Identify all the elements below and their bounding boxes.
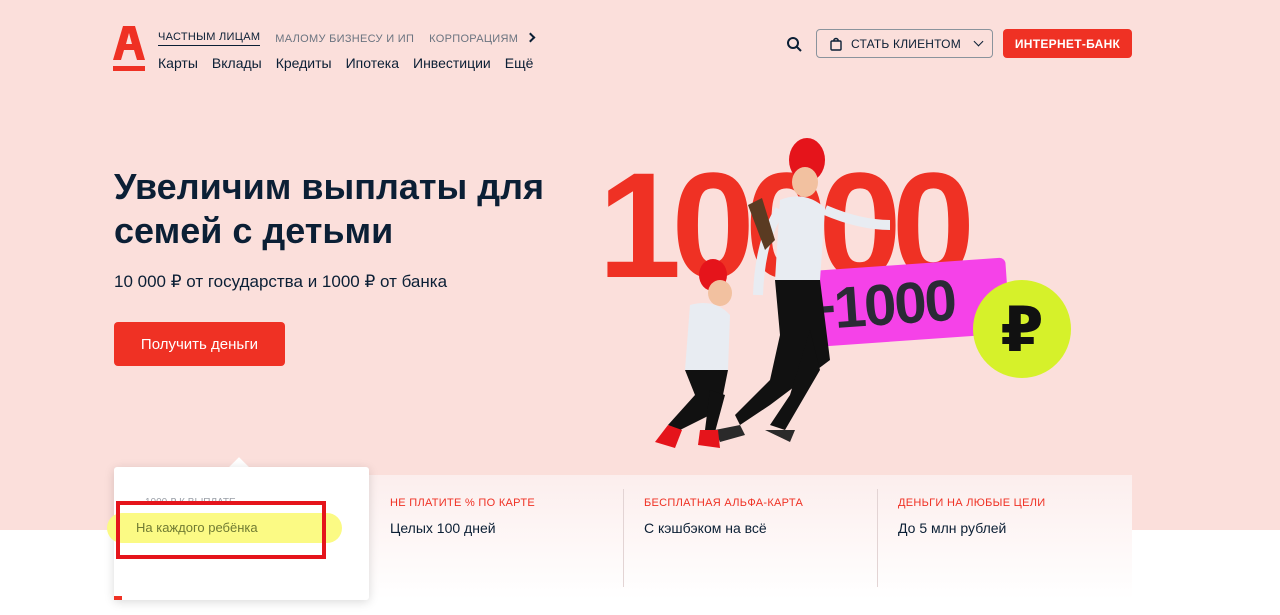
chevron-right-icon[interactable]	[525, 32, 536, 43]
promo-illustration: 10000 +1000 ₽	[590, 120, 1130, 465]
search-icon[interactable]	[786, 36, 802, 52]
feature-value: До 5 млн рублей	[898, 520, 1007, 536]
hero-subtitle: 10 000 ₽ от государства и 1000 ₽ от банк…	[114, 272, 448, 291]
nav-more[interactable]: Ещё	[505, 55, 534, 71]
feature-label: ДЕНЬГИ НА ЛЮБЫЕ ЦЕЛИ	[898, 497, 1046, 509]
feature-divider	[623, 489, 624, 587]
feature-item[interactable]: ДЕНЬГИ НА ЛЮБЫЕ ЦЕЛИ До 5 млн рублей	[898, 497, 1128, 536]
chevron-down-icon	[973, 36, 984, 47]
nav-corporations[interactable]: КОРПОРАЦИЯМ	[429, 33, 518, 45]
nav-credits[interactable]: Кредиты	[276, 55, 332, 71]
become-client-button[interactable]: СТАТЬ КЛИЕНТОМ	[816, 29, 993, 58]
nav-investments[interactable]: Инвестиции	[413, 55, 491, 71]
alfa-bank-logo[interactable]	[113, 26, 145, 72]
ruble-coin-icon: ₽	[973, 280, 1071, 378]
nav-cards[interactable]: Карты	[158, 55, 198, 71]
internet-bank-button[interactable]: ИНТЕРНЕТ-БАНК	[1003, 29, 1132, 58]
annotation-box	[116, 501, 326, 559]
feature-value: Целых 100 дней	[390, 520, 496, 536]
product-nav: Карты Вклады Кредиты Ипотека Инвестиции …	[158, 55, 533, 71]
become-client-label: СТАТЬ КЛИЕНТОМ	[851, 36, 961, 51]
feature-divider	[877, 489, 878, 587]
family-photo	[655, 138, 891, 448]
nav-small-business[interactable]: МАЛОМУ БИЗНЕСУ И ИП	[275, 33, 414, 45]
nav-private[interactable]: ЧАСТНЫМ ЛИЦАМ	[158, 31, 261, 46]
hero-title: Увеличим выплаты для семей с детьми	[114, 166, 544, 251]
nav-deposits[interactable]: Вклады	[212, 55, 262, 71]
feature-value: С кэшбэком на всё	[644, 520, 767, 536]
feature-item[interactable]: НЕ ПЛАТИТЕ % ПО КАРТЕ Целых 100 дней	[390, 497, 620, 536]
feature-item[interactable]: БЕСПЛАТНАЯ АЛЬФА-КАРТА С кэшбэком на всё	[644, 497, 874, 536]
segment-nav: ЧАСТНЫМ ЛИЦАМ МАЛОМУ БИЗНЕСУ И ИП КОРПОР…	[158, 31, 536, 46]
feature-label: НЕ ПЛАТИТЕ % ПО КАРТЕ	[390, 497, 535, 509]
get-money-button[interactable]: Получить деньги	[114, 322, 285, 366]
feature-label: БЕСПЛАТНАЯ АЛЬФА-КАРТА	[644, 497, 804, 509]
bag-icon	[830, 37, 842, 51]
slider-indicator	[114, 596, 122, 600]
nav-mortgage[interactable]: Ипотека	[346, 55, 399, 71]
